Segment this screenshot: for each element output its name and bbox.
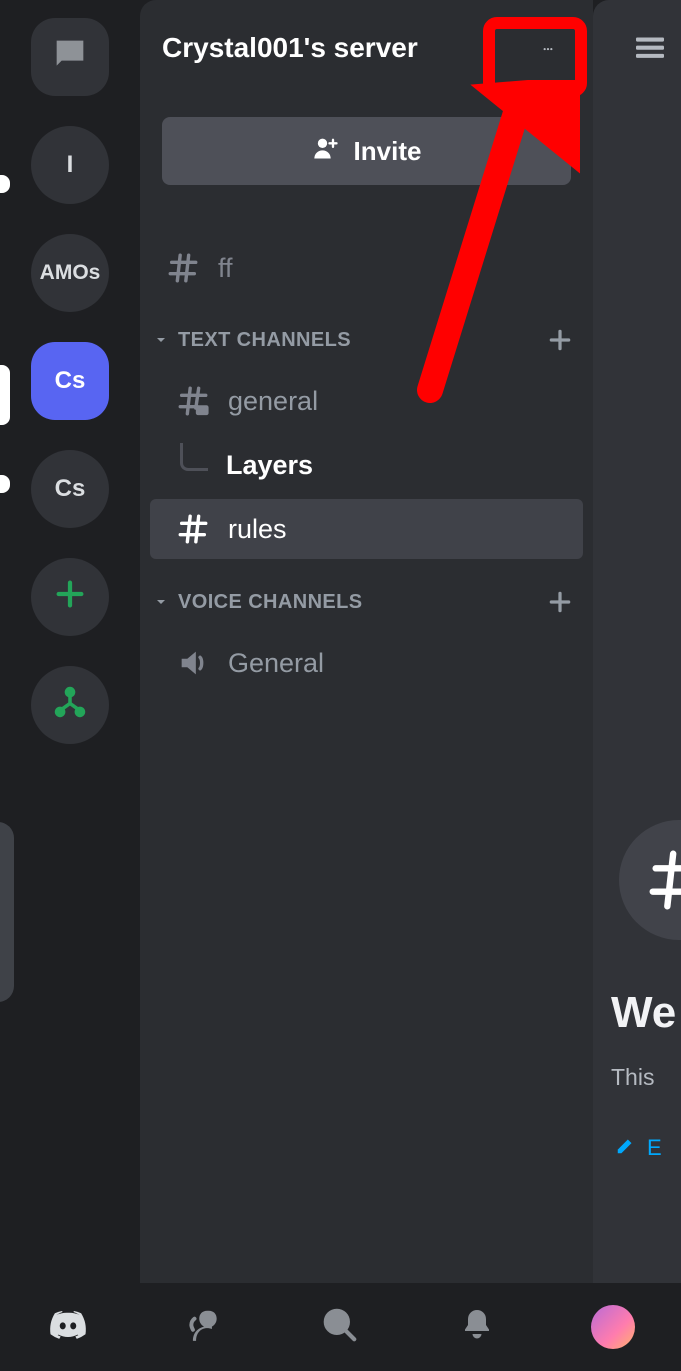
category-header[interactable]: VOICE CHANNELS bbox=[140, 577, 593, 627]
server-header[interactable]: Crystal001's server bbox=[140, 0, 593, 95]
peek-toolbar bbox=[593, 0, 681, 86]
bottom-nav bbox=[0, 1283, 681, 1371]
edit-channel-link[interactable]: E bbox=[615, 1134, 662, 1162]
scroll-indicator bbox=[0, 822, 14, 1002]
server-icon-selected[interactable]: Cs bbox=[31, 342, 109, 420]
server-title: Crystal001's server bbox=[162, 32, 525, 64]
invite-label: Invite bbox=[354, 136, 422, 167]
channel-panel: Crystal001's server Invite ff TE bbox=[140, 0, 593, 1283]
server-pill-active bbox=[0, 365, 10, 425]
student-hub-button[interactable] bbox=[31, 666, 109, 744]
server-pill bbox=[0, 175, 10, 193]
search-icon bbox=[321, 1306, 359, 1349]
channel-name: general bbox=[228, 386, 318, 417]
speaker-icon bbox=[176, 646, 210, 680]
nav-friends-button[interactable] bbox=[174, 1297, 234, 1357]
hash-thread-icon bbox=[176, 384, 210, 418]
category-name: VOICE CHANNELS bbox=[178, 591, 545, 614]
server-label: AMOs bbox=[40, 261, 101, 285]
chevron-down-icon bbox=[150, 591, 172, 613]
nav-discord-button[interactable] bbox=[38, 1297, 98, 1357]
discord-logo-icon bbox=[47, 1304, 89, 1351]
chat-bubble-icon bbox=[50, 34, 90, 81]
hash-icon bbox=[176, 512, 210, 546]
channel-item-rules[interactable]: rules bbox=[150, 499, 583, 559]
dm-home-button[interactable] bbox=[31, 18, 109, 96]
create-channel-button[interactable] bbox=[545, 587, 575, 617]
hub-icon bbox=[53, 685, 87, 726]
server-label: Cs bbox=[55, 367, 86, 395]
invite-button[interactable]: Invite bbox=[162, 117, 571, 185]
nav-notifications-button[interactable] bbox=[447, 1297, 507, 1357]
channel-item-general[interactable]: general bbox=[150, 371, 583, 431]
bell-icon bbox=[459, 1307, 495, 1348]
create-channel-button[interactable] bbox=[545, 325, 575, 355]
add-server-button[interactable] bbox=[31, 558, 109, 636]
thread-spine-icon bbox=[180, 443, 208, 471]
chevron-down-icon bbox=[150, 329, 172, 351]
thread-name: Layers bbox=[226, 450, 313, 481]
voice-channel-name: General bbox=[228, 648, 324, 679]
channel-name: rules bbox=[228, 514, 287, 545]
edit-label: E bbox=[647, 1135, 662, 1161]
welcome-heading: We bbox=[611, 988, 676, 1038]
hash-icon bbox=[166, 251, 200, 285]
welcome-subtext: This bbox=[611, 1064, 654, 1091]
category-header[interactable]: TEXT CHANNELS bbox=[140, 315, 593, 365]
server-pill bbox=[0, 475, 10, 493]
server-label: Cs bbox=[55, 475, 86, 503]
channel-item[interactable]: ff bbox=[140, 239, 593, 297]
server-rail: I AMOs Cs Cs bbox=[0, 0, 140, 1283]
server-icon[interactable]: AMOs bbox=[31, 234, 109, 312]
channel-name: ff bbox=[218, 253, 233, 284]
invite-person-icon bbox=[312, 134, 354, 169]
server-icon[interactable]: Cs bbox=[31, 450, 109, 528]
server-icon[interactable]: I bbox=[31, 126, 109, 204]
more-horizontal-icon bbox=[531, 32, 565, 64]
thread-item[interactable]: Layers bbox=[140, 437, 593, 493]
app-root: I AMOs Cs Cs Crys bbox=[0, 0, 681, 1371]
friends-icon bbox=[185, 1306, 223, 1349]
nav-search-button[interactable] bbox=[310, 1297, 370, 1357]
plus-icon bbox=[53, 577, 87, 618]
category-name: TEXT CHANNELS bbox=[178, 329, 545, 352]
nav-profile-button[interactable] bbox=[583, 1297, 643, 1357]
server-label: I bbox=[67, 151, 74, 179]
hamburger-icon[interactable] bbox=[633, 49, 667, 66]
server-menu-button[interactable] bbox=[525, 25, 571, 71]
voice-channel-item[interactable]: General bbox=[150, 633, 583, 693]
channel-hero-icon bbox=[619, 820, 681, 940]
main-content-peek[interactable]: We This E bbox=[593, 0, 681, 1283]
user-avatar bbox=[591, 1305, 635, 1349]
pencil-icon bbox=[615, 1134, 647, 1162]
